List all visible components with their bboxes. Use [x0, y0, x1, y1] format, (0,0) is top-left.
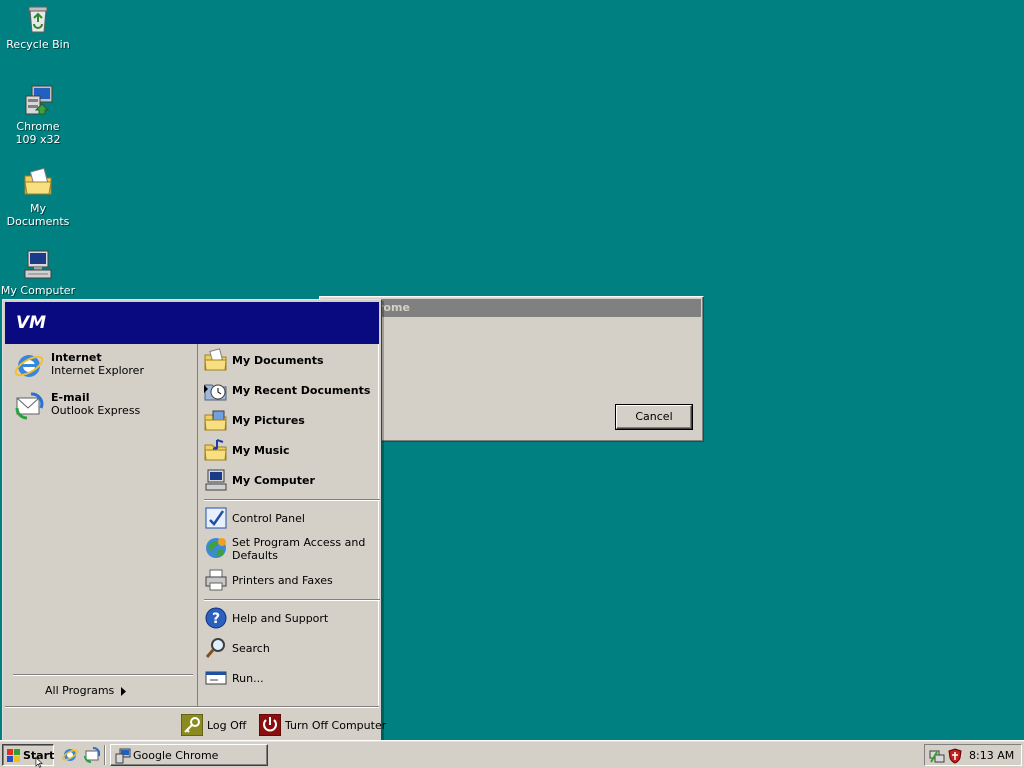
taskbar: Start Google Chrome 8:13 AM: [0, 740, 1024, 768]
my-documents-icon: [204, 348, 227, 371]
my-computer-icon: [205, 469, 227, 491]
turn-off-computer-button[interactable]: Turn Off Computer: [259, 713, 386, 737]
cancel-button[interactable]: Cancel: [616, 405, 692, 429]
arrow-right-icon: [204, 385, 208, 393]
all-programs-button[interactable]: All Programs: [45, 684, 145, 700]
menu-item-label: Printers and Faxes: [232, 574, 333, 587]
chrome-installer-icon: [25, 85, 53, 115]
windows-logo-icon: [7, 749, 20, 762]
clock: 8:13 AM: [969, 749, 1015, 762]
start-menu: VM Internet Internet Explorer E-mail Out…: [2, 299, 386, 743]
power-icon: [259, 714, 281, 736]
menu-item-run[interactable]: Run...: [204, 664, 380, 692]
task-label: Google Chrome: [133, 749, 219, 762]
mouse-cursor-icon: [35, 757, 43, 768]
user-name: VM: [16, 313, 47, 333]
pinned-item-subtitle: Outlook Express: [51, 404, 141, 417]
desktop-icon-my-documents[interactable]: My Documents: [0, 166, 76, 228]
outlook-express-icon: [15, 392, 44, 420]
separator: [204, 499, 380, 501]
desktop-icon-label: Recycle Bin: [6, 38, 70, 51]
desktop-icon-my-computer[interactable]: My Computer: [0, 248, 76, 297]
menu-item-label: My Pictures: [232, 414, 305, 427]
taskbar-button-google-chrome[interactable]: Google Chrome: [110, 744, 268, 766]
internet-explorer-icon: [14, 355, 44, 377]
desktop-icon-chrome-installer[interactable]: Chrome 109 x32: [0, 84, 76, 146]
installer-icon: [115, 748, 131, 764]
run-icon: [205, 671, 227, 685]
menu-item-program-access[interactable]: Set Program Access and Defaults: [204, 534, 380, 564]
svg-text:?: ?: [212, 611, 220, 627]
system-tray: 8:13 AM: [924, 744, 1022, 766]
turn-off-label: Turn Off Computer: [285, 719, 387, 732]
control-panel-icon: [205, 507, 227, 529]
separator: [13, 674, 193, 676]
menu-item-label: My Documents: [232, 354, 324, 367]
menu-item-label: Search: [232, 642, 270, 655]
network-tray-icon[interactable]: [929, 748, 945, 764]
menu-item-control-panel[interactable]: Control Panel: [204, 504, 380, 532]
menu-item-label: Run...: [232, 672, 264, 685]
recycle-bin-icon: [28, 6, 48, 33]
desktop-icon-label: My Computer: [0, 284, 76, 297]
printer-icon: [205, 569, 227, 591]
start-menu-places-panel: My Documents My Recent Documents My Pict…: [197, 344, 380, 706]
help-icon: ?: [205, 607, 227, 629]
start-menu-footer: Log Off Turn Off Computer: [5, 706, 386, 740]
start-menu-user-banner: VM: [5, 302, 379, 344]
log-off-label: Log Off: [207, 719, 247, 732]
desktop-icon-label: My Documents: [6, 202, 70, 228]
taskbar-separator: [104, 745, 106, 765]
menu-item-printers-faxes[interactable]: Printers and Faxes: [204, 566, 380, 594]
pinned-item-title: Internet: [51, 351, 102, 364]
all-programs-label: All Programs: [45, 684, 115, 697]
start-button[interactable]: Start: [2, 744, 54, 766]
program-access-icon: [206, 538, 226, 558]
my-pictures-icon: [204, 410, 227, 431]
menu-item-my-computer[interactable]: My Computer: [204, 466, 380, 494]
menu-item-label: My Computer: [232, 474, 315, 487]
search-icon: [205, 638, 225, 658]
separator: [204, 599, 380, 601]
arrow-right-icon: [121, 687, 126, 696]
menu-item-label: Help and Support: [232, 612, 329, 625]
menu-item-label: My Music: [232, 444, 290, 457]
menu-item-label: Control Panel: [232, 512, 305, 525]
menu-item-my-music[interactable]: My Music: [204, 436, 380, 464]
pinned-item-title: E-mail: [51, 391, 90, 404]
my-computer-icon: [24, 250, 52, 279]
security-shield-tray-icon[interactable]: [947, 748, 963, 764]
menu-item-recent-documents[interactable]: My Recent Documents: [204, 376, 380, 404]
menu-item-label: Set Program Access and Defaults: [232, 536, 366, 562]
pinned-item-subtitle: Internet Explorer: [51, 364, 144, 377]
pinned-item-email[interactable]: E-mail Outlook Express: [13, 388, 193, 424]
quick-launch-outlook-express-icon[interactable]: [84, 747, 100, 763]
menu-item-my-documents[interactable]: My Documents: [204, 346, 380, 374]
desktop-icon-label: Chrome 109 x32: [15, 120, 61, 146]
key-icon: [181, 714, 203, 736]
log-off-button[interactable]: Log Off: [181, 713, 251, 737]
menu-item-search[interactable]: Search: [204, 634, 380, 662]
my-documents-folder-icon: [24, 167, 52, 195]
menu-item-my-pictures[interactable]: My Pictures: [204, 406, 380, 434]
start-menu-pinned-panel: Internet Internet Explorer E-mail Outloo…: [5, 344, 195, 706]
pinned-item-internet[interactable]: Internet Internet Explorer: [13, 348, 193, 384]
my-music-icon: [204, 439, 227, 461]
menu-item-label: My Recent Documents: [232, 384, 371, 397]
menu-item-help-support[interactable]: ? Help and Support: [204, 604, 380, 632]
quick-launch-internet-explorer-icon[interactable]: [62, 747, 78, 763]
desktop-icon-recycle-bin[interactable]: Recycle Bin: [0, 2, 76, 51]
